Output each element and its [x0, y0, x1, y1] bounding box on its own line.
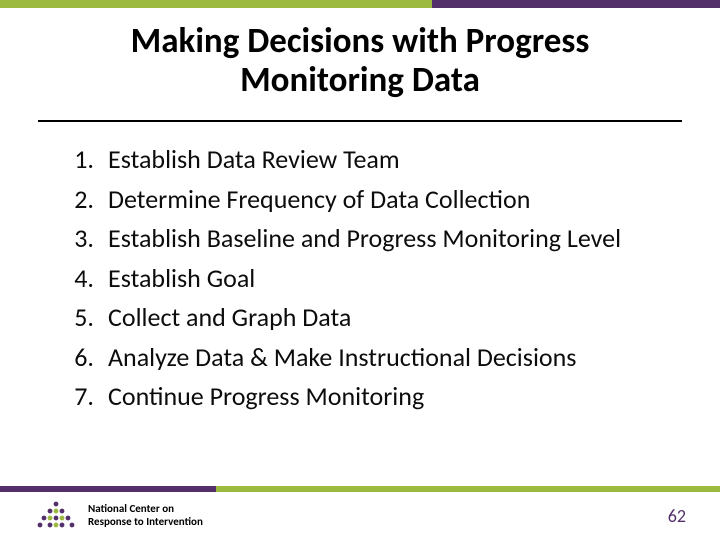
list-item: 5. Collect and Graph Data — [54, 298, 680, 338]
title-line-1: Making Decisions with Progress — [131, 20, 590, 62]
list-text: Establish Baseline and Progress Monitori… — [108, 219, 621, 259]
list-text: Establish Data Review Team — [108, 140, 400, 180]
list-item: 6. Analyze Data & Make Instructional Dec… — [54, 338, 680, 378]
list-text: Analyze Data & Make Instructional Decisi… — [108, 338, 576, 378]
accent-purple — [432, 0, 720, 8]
org-name: National Center on Response to Intervent… — [88, 503, 203, 528]
title-line-2: Monitoring Data — [240, 59, 480, 101]
top-accent-bar — [0, 0, 720, 8]
slide: Making Decisions with Progress Monitorin… — [0, 0, 720, 540]
slide-title: Making Decisions with Progress Monitorin… — [60, 22, 660, 99]
list-number: 7. — [54, 377, 108, 417]
list-number: 6. — [54, 338, 108, 378]
org-line-1: National Center on — [88, 502, 174, 515]
numbered-list: 1. Establish Data Review Team 2. Determi… — [54, 140, 680, 417]
list-text: Establish Goal — [108, 259, 255, 299]
list-item: 3. Establish Baseline and Progress Monit… — [54, 219, 680, 259]
page-number: 62 — [668, 505, 686, 527]
logo-icon — [36, 500, 76, 532]
title-underline — [38, 120, 682, 122]
list-text: Continue Progress Monitoring — [108, 377, 424, 417]
list-item: 7. Continue Progress Monitoring — [54, 377, 680, 417]
accent-green — [0, 0, 432, 8]
list-text: Determine Frequency of Data Collection — [108, 180, 530, 220]
list-number: 2. — [54, 180, 108, 220]
list-item: 1. Establish Data Review Team — [54, 140, 680, 180]
list-number: 1. — [54, 140, 108, 180]
list-item: 4. Establish Goal — [54, 259, 680, 299]
list-number: 5. — [54, 298, 108, 338]
org-line-2: Response to Intervention — [88, 515, 203, 528]
footer: National Center on Response to Intervent… — [0, 492, 720, 540]
list-text: Collect and Graph Data — [108, 298, 351, 338]
list-number: 4. — [54, 259, 108, 299]
list-number: 3. — [54, 219, 108, 259]
list-item: 2. Determine Frequency of Data Collectio… — [54, 180, 680, 220]
